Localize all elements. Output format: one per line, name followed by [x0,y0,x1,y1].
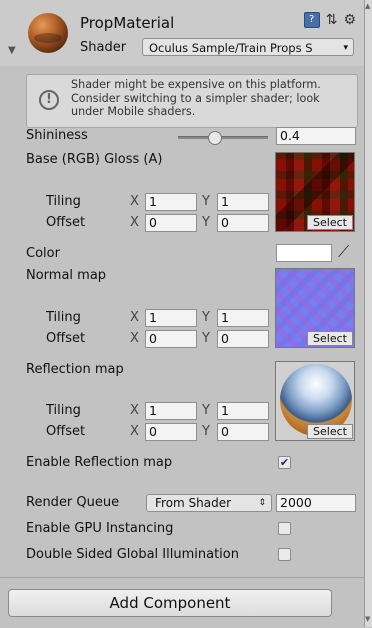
normal-offset-x-field[interactable]: 0 [145,330,197,348]
color-label: Color [26,246,60,261]
book-icon[interactable]: ? [303,12,320,28]
enable-reflection-checkbox[interactable]: ✔ [278,456,291,469]
foldout-arrow-icon[interactable]: ▼ [8,45,16,56]
updown-arrow-icon: ⇕ [258,498,266,508]
shininess-value-field[interactable]: 0.4 [276,127,356,145]
warning-text: Shader might be expensive on this platfo… [71,78,321,118]
color-swatch-field[interactable] [276,244,332,262]
scroll-down-arrow-icon[interactable]: ▼ [365,615,370,623]
shader-dropdown-value: Oculus Sample/Train Props S [149,41,313,55]
base-tiling-x-axis: X [130,194,139,209]
shininess-slider-knob[interactable] [208,131,222,145]
base-tiling-label: Tiling [46,194,81,209]
shininess-slider[interactable] [178,131,268,145]
reflection-offset-label: Offset [46,424,86,439]
reflection-offset-y-field[interactable]: 0 [217,423,269,441]
shader-dropdown[interactable]: Oculus Sample/Train Props S ▾ [142,38,354,56]
render-queue-label: Render Queue [26,495,120,510]
dropdown-arrow-icon: ▾ [343,43,348,53]
inspector-footer: Add Component [0,577,364,628]
reflection-tiling-y-field[interactable]: 1 [217,402,269,420]
reflection-map-thumbnail[interactable]: Select [275,361,355,441]
normal-map-label: Normal map [26,268,107,283]
material-title: PropMaterial [80,14,175,32]
material-header: ▼ PropMaterial ? ⇅ ⚙ Shader Oculus Sampl… [0,0,364,67]
render-queue-dropdown-value: From Shader [155,496,232,510]
header-icons: ? ⇅ ⚙ [303,12,356,28]
base-texture-label: Base (RGB) Gloss (A) [26,152,163,167]
inspector-scrollbar[interactable]: ▲ ▼ [365,0,372,627]
render-queue-value-field[interactable]: 2000 [276,494,356,512]
gpu-instancing-label: Enable GPU Instancing [26,521,174,536]
material-sphere-icon [28,13,68,53]
base-texture-select-button[interactable]: Select [307,215,353,230]
gear-icon[interactable]: ⚙ [343,12,356,28]
normal-tiling-label: Tiling [46,310,81,325]
normal-offset-x-axis: X [130,331,139,346]
base-offset-y-field[interactable]: 0 [217,214,269,232]
base-offset-x-field[interactable]: 0 [145,214,197,232]
reflection-tiling-label: Tiling [46,403,81,418]
base-offset-y-axis: Y [202,215,210,230]
reflection-tiling-x-field[interactable]: 1 [145,402,197,420]
base-texture-thumbnail[interactable]: Select [275,152,355,232]
scroll-up-arrow-icon[interactable]: ▲ [365,2,370,10]
reflection-tiling-x-axis: X [130,403,139,418]
normal-tiling-y-axis: Y [202,310,210,325]
base-tiling-x-field[interactable]: 1 [145,193,197,211]
shader-label: Shader [80,40,127,55]
add-component-button[interactable]: Add Component [8,589,332,617]
eyedropper-icon[interactable]: ⟋ [338,242,349,262]
gpu-instancing-checkbox[interactable] [278,522,291,535]
base-offset-x-axis: X [130,215,139,230]
reflection-tiling-y-axis: Y [202,403,210,418]
render-queue-dropdown[interactable]: From Shader ⇕ [146,494,272,512]
normal-offset-y-axis: Y [202,331,210,346]
normal-tiling-x-axis: X [130,310,139,325]
enable-reflection-label: Enable Reflection map [26,455,173,470]
preset-icon[interactable]: ⇅ [326,12,338,28]
warning-icon: ! [39,90,59,110]
reflection-map-label: Reflection map [26,362,124,377]
normal-map-thumbnail[interactable]: Select [275,268,355,348]
shader-warning-box: ! Shader might be expensive on this plat… [26,74,358,128]
normal-tiling-x-field[interactable]: 1 [145,309,197,327]
normal-offset-label: Offset [46,331,86,346]
reflection-map-select-button[interactable]: Select [307,424,353,439]
normal-map-select-button[interactable]: Select [307,331,353,346]
inspector-content: ! Shader might be expensive on this plat… [0,66,364,577]
double-sided-gi-checkbox[interactable] [278,548,291,561]
normal-tiling-y-field[interactable]: 1 [217,309,269,327]
base-tiling-y-axis: Y [202,194,210,209]
normal-offset-y-field[interactable]: 0 [217,330,269,348]
reflection-offset-x-field[interactable]: 0 [145,423,197,441]
base-tiling-y-field[interactable]: 1 [217,193,269,211]
reflection-offset-x-axis: X [130,424,139,439]
double-sided-gi-label: Double Sided Global Illumination [26,547,239,562]
base-offset-label: Offset [46,215,86,230]
material-inspector: ▼ PropMaterial ? ⇅ ⚙ Shader Oculus Sampl… [0,0,365,628]
reflection-offset-y-axis: Y [202,424,210,439]
shininess-label: Shininess [26,128,88,143]
